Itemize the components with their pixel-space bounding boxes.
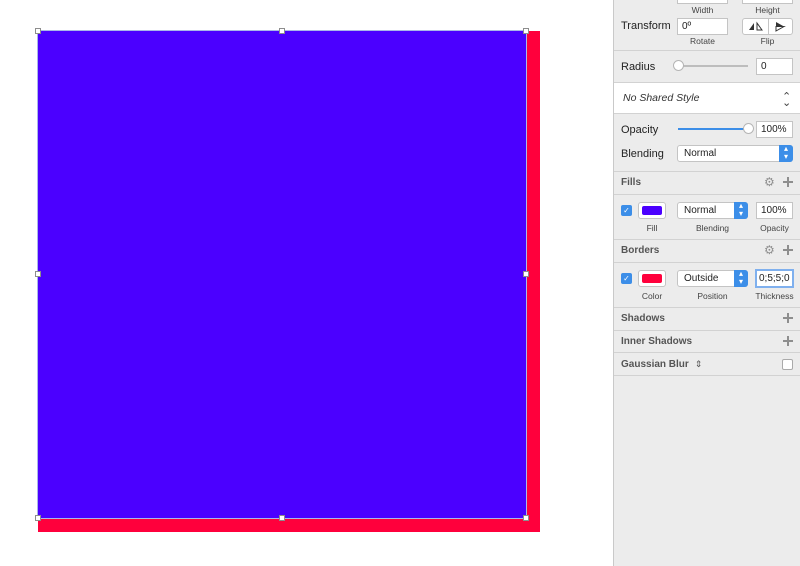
radius-input[interactable]: 0 xyxy=(756,58,793,75)
height-label: Height xyxy=(755,5,780,15)
fills-gear-icon[interactable]: ⚙ xyxy=(764,176,775,188)
select-arrows-icon: ▴ ▾ xyxy=(734,270,748,287)
add-inner-shadow-icon[interactable] xyxy=(783,336,793,346)
chevron-updown-icon: ⇕ xyxy=(694,359,703,369)
resize-handle-bottom-right[interactable] xyxy=(523,515,529,521)
flip-horizontal-button[interactable] xyxy=(743,19,769,34)
radius-slider-knob[interactable] xyxy=(673,60,684,71)
resize-handle-bottom-left[interactable] xyxy=(35,515,41,521)
border-position-select[interactable]: Outside ▴ ▾ xyxy=(677,270,748,287)
flip-label: Flip xyxy=(760,36,775,46)
select-arrows-icon: ▴ ▾ xyxy=(779,145,793,162)
rotate-input[interactable]: 0º xyxy=(677,18,728,35)
resize-handle-bottom[interactable] xyxy=(279,515,285,521)
add-fill-icon[interactable] xyxy=(783,177,793,187)
flip-vertical-icon xyxy=(775,22,786,32)
gaussian-blur-select[interactable]: Gaussian Blur ⇕ xyxy=(621,358,702,370)
blending-label: Blending xyxy=(621,148,664,160)
fill-blending-label: Blending xyxy=(695,223,730,233)
fill-blending-select[interactable]: Normal ▴ ▾ xyxy=(677,202,748,219)
fill-opacity-label: Opacity xyxy=(760,223,789,233)
border-thickness-input[interactable]: 0;5;5;0 xyxy=(755,269,794,288)
shared-style-select[interactable]: No Shared Style ⌃ ⌃ xyxy=(614,83,800,113)
opacity-label: Opacity xyxy=(621,124,659,136)
flip-buttons xyxy=(742,18,793,35)
transform-label: Transform xyxy=(621,20,671,32)
add-shadow-icon[interactable] xyxy=(783,313,793,323)
height-input[interactable] xyxy=(742,0,793,4)
border-thickness-label: Thickness xyxy=(755,291,794,301)
resize-handle-right[interactable] xyxy=(523,271,529,277)
fill-enabled-checkbox[interactable]: ✓ xyxy=(621,205,632,216)
resize-handle-left[interactable] xyxy=(35,271,41,277)
flip-horizontal-icon xyxy=(749,21,763,31)
borders-title: Borders xyxy=(621,245,660,256)
border-color-swatch xyxy=(642,274,662,283)
radius-label: Radius xyxy=(621,61,656,73)
fill-color-well[interactable] xyxy=(638,202,666,219)
border-color-well[interactable] xyxy=(638,270,666,287)
fill-label: Fill xyxy=(646,223,658,233)
opacity-slider-fill xyxy=(678,128,748,130)
fill-blending-value: Normal xyxy=(684,205,717,216)
width-input[interactable] xyxy=(677,0,728,4)
inspector-panel: Width Height Transform 0º Rotate Flip Ra… xyxy=(613,0,800,566)
border-position-label: Position xyxy=(697,291,728,301)
fill-color-swatch xyxy=(642,206,662,215)
border-color-label: Color xyxy=(641,291,663,301)
flip-vertical-button[interactable] xyxy=(768,19,792,34)
opacity-input[interactable]: 100% xyxy=(756,121,793,138)
chevron-updown-icon-lower: ⌃ xyxy=(782,95,792,107)
rotate-label: Rotate xyxy=(689,36,716,46)
blending-select[interactable]: Normal ▴ ▾ xyxy=(677,145,793,162)
fill-opacity-input[interactable]: 100% xyxy=(756,202,793,219)
resize-handle-top[interactable] xyxy=(279,28,285,34)
shared-style-value: No Shared Style xyxy=(623,92,700,104)
add-border-icon[interactable] xyxy=(783,245,793,255)
width-label: Width xyxy=(691,5,714,15)
select-arrows-icon: ▴ ▾ xyxy=(734,202,748,219)
blending-value: Normal xyxy=(684,148,717,159)
radius-slider[interactable] xyxy=(678,65,748,67)
border-position-value: Outside xyxy=(684,273,719,284)
gaussian-blur-title: Gaussian Blur xyxy=(621,359,689,370)
resize-handle-top-left[interactable] xyxy=(35,28,41,34)
selected-rectangle[interactable] xyxy=(37,30,527,519)
shadows-title: Shadows xyxy=(621,313,665,324)
borders-gear-icon[interactable]: ⚙ xyxy=(764,244,775,256)
opacity-slider-knob[interactable] xyxy=(743,123,754,134)
resize-handle-top-right[interactable] xyxy=(523,28,529,34)
fills-title: Fills xyxy=(621,177,642,188)
canvas[interactable] xyxy=(0,0,613,566)
border-enabled-checkbox[interactable]: ✓ xyxy=(621,273,632,284)
gaussian-blur-checkbox[interactable] xyxy=(782,359,793,370)
inner-shadows-title: Inner Shadows xyxy=(621,336,693,347)
